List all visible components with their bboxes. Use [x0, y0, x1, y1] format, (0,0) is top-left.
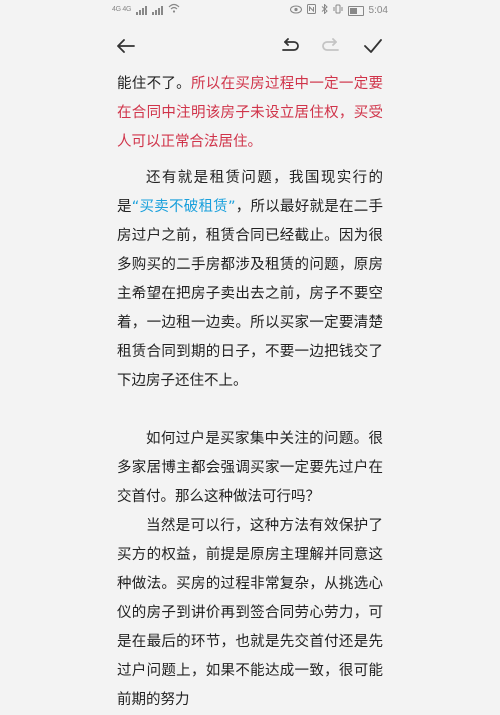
signal-icon	[136, 5, 148, 15]
wifi-icon	[168, 3, 180, 16]
status-right: 5:04	[289, 3, 388, 17]
network-type-label: 4G 4G	[112, 6, 132, 13]
paragraph-4: 当然是可以行，这种方法有效保护了买方的权益，前提是原房主理解并同意这种做法。买房…	[117, 518, 383, 708]
paragraph-1: 能住不了。所以在买房过程中一定一定要在合同中注明该房子未设立居住权，买受人可以正…	[117, 70, 383, 157]
status-bar: 4G 4G 5:04	[0, 0, 500, 22]
check-icon	[364, 39, 382, 53]
note-editor-body[interactable]: 能住不了。所以在买房过程中一定一定要在合同中注明该房子未设立居住权，买受人可以正…	[117, 70, 383, 715]
vibrate-icon	[333, 4, 343, 17]
undo-icon	[282, 38, 299, 51]
paragraph-2: 还有就是租赁问题，我国现实行的是“买卖不破租赁”，所以最好就是在二手房过户之前，…	[117, 164, 383, 396]
battery-icon	[347, 5, 364, 16]
status-time: 5:04	[368, 5, 388, 16]
signal-icon-2	[152, 5, 164, 15]
back-arrow-icon	[117, 39, 135, 53]
bluetooth-icon	[321, 3, 328, 17]
back-button[interactable]	[108, 28, 144, 64]
save-check-button[interactable]	[355, 28, 391, 64]
redo-button[interactable]	[313, 28, 349, 64]
paragraph-2-post: ，所以最好就是在二手房过户之前，租赁合同已经截止。因为很多购买的二手房都涉及租赁…	[117, 199, 383, 389]
nfc-icon	[306, 4, 316, 17]
paragraph-3: 如何过户是买家集中关注的问题。很多家居博主都会强调买家一定要先过户在交首付。那么…	[117, 431, 383, 505]
eye-icon	[289, 4, 302, 17]
undo-button[interactable]	[272, 28, 308, 64]
paragraph-2-highlight: “买卖不破租赁”	[131, 199, 236, 215]
editor-toolbar	[0, 28, 500, 64]
status-left: 4G 4G	[112, 3, 180, 16]
paragraph-1-plain: 能住不了。	[117, 76, 191, 92]
redo-icon	[322, 38, 339, 51]
